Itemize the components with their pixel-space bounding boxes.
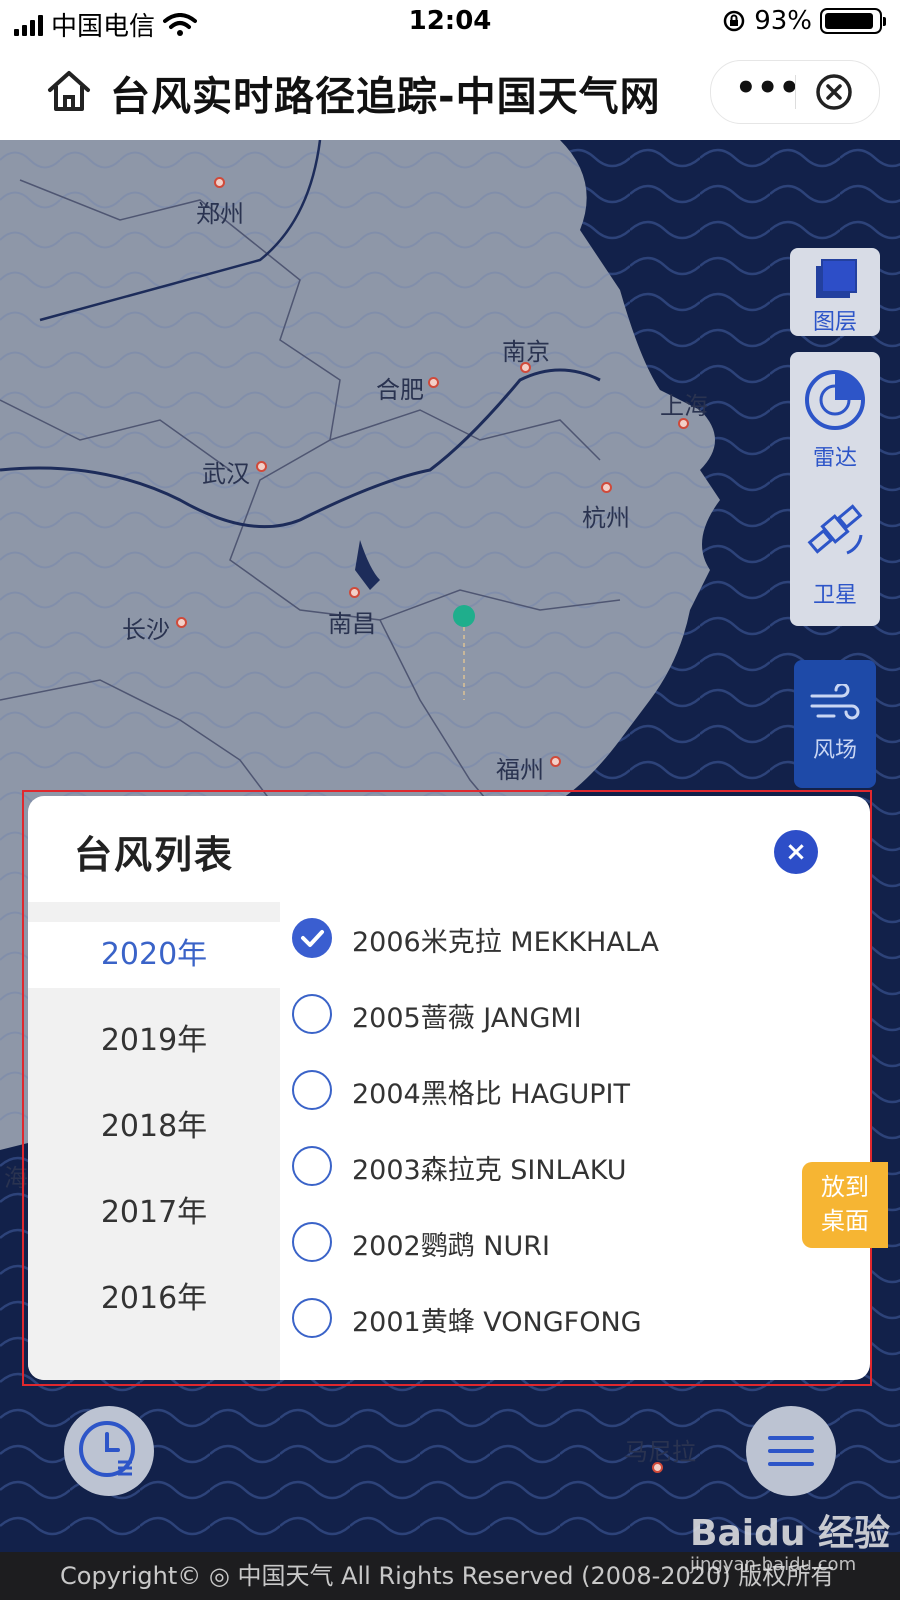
typhoon-name: 2005蔷薇 JANGMI <box>352 1003 582 1034</box>
add-to-desktop-button[interactable]: 放到 桌面 <box>802 1162 888 1248</box>
year-item-2018[interactable]: 2018年 <box>28 1094 280 1160</box>
city-marker <box>601 482 612 493</box>
radar-icon <box>805 370 865 430</box>
typhoon-name: 2004黑格比 HAGUPIT <box>352 1079 631 1110</box>
checkbox[interactable] <box>292 1222 332 1262</box>
close-icon[interactable] <box>815 73 853 111</box>
satellite-label: 卫星 <box>812 583 857 608</box>
typhoon-item[interactable]: 2001黄蜂 VONGFONG <box>290 1290 860 1350</box>
typhoon-item[interactable]: 2004黑格比 HAGUPIT <box>290 1062 860 1122</box>
capsule-divider <box>795 75 796 109</box>
battery-icon <box>820 8 886 34</box>
typhoon-item[interactable]: 2005蔷薇 JANGMI <box>290 986 860 1046</box>
city-marker <box>214 177 225 188</box>
wind-field-button[interactable]: 风场 <box>794 660 876 788</box>
city-label: 海 <box>4 1164 28 1192</box>
radar-satellite-group: 雷达 卫星 <box>790 352 880 626</box>
typhoon-item[interactable]: 2006米克拉 MEKKHALA <box>290 910 860 970</box>
city-marker <box>428 377 439 388</box>
year-item-2019[interactable]: 2019年 <box>28 1008 280 1074</box>
typhoon-item[interactable]: 2002鹦鹉 NURI <box>290 1214 860 1274</box>
year-item-2020[interactable]: 2020年 <box>28 922 280 988</box>
satellite-icon <box>807 504 863 555</box>
typhoon-list-dialog: 台风列表 × 2020年 2019年 2018年 2017年 2016年 200… <box>28 796 870 1380</box>
status-right: 93% <box>722 6 886 36</box>
city-label: 福州 <box>496 756 544 784</box>
city-label: 武汉 <box>202 460 250 488</box>
city-marker <box>349 587 360 598</box>
city-marker <box>256 461 267 472</box>
typhoon-name: 2003森拉克 SINLAKU <box>352 1155 627 1186</box>
dialog-close-button[interactable]: × <box>774 830 818 874</box>
radar-button[interactable]: 雷达 <box>790 352 880 489</box>
wind-label: 风场 <box>812 738 857 763</box>
wind-icon <box>810 684 860 720</box>
layers-icon <box>816 259 857 298</box>
city-label: 马尼拉 <box>624 1438 696 1466</box>
history-button[interactable] <box>64 1406 154 1496</box>
typhoon-name: 2001黄蜂 VONGFONG <box>352 1307 642 1338</box>
city-label: 郑州 <box>196 200 244 228</box>
battery-percent: 93% <box>754 6 812 36</box>
mini-program-capsule: ••• <box>710 60 880 124</box>
year-list: 2020年 2019年 2018年 2017年 2016年 <box>28 902 280 1380</box>
checkbox[interactable] <box>292 1146 332 1186</box>
city-label: 南京 <box>502 338 550 366</box>
city-marker <box>176 617 187 628</box>
checkbox-checked[interactable] <box>292 918 332 958</box>
city-label: 杭州 <box>582 504 630 532</box>
badge-line-2: 桌面 <box>821 1207 869 1235</box>
year-item-2016[interactable]: 2016年 <box>28 1266 280 1332</box>
checkbox[interactable] <box>292 1070 332 1110</box>
checkbox[interactable] <box>292 1298 332 1338</box>
badge-line-1: 放到 <box>821 1173 869 1201</box>
check-icon <box>301 930 324 947</box>
layers-label: 图层 <box>812 310 857 335</box>
year-item-2017[interactable]: 2017年 <box>28 1180 280 1246</box>
typhoon-name: 2006米克拉 MEKKHALA <box>352 927 659 958</box>
rotation-lock-icon <box>723 10 745 32</box>
watermark-logo: Baidu 经验 <box>690 1513 891 1554</box>
watermark-url: jingyan.baidu.com <box>690 1554 857 1575</box>
typhoon-item[interactable]: 2003森拉克 SINLAKU <box>290 1138 860 1198</box>
page-title: 台风实时路径追踪-中国天气网 <box>110 74 661 120</box>
typhoon-name: 2002鹦鹉 NURI <box>352 1231 550 1262</box>
list-icon <box>768 1436 814 1466</box>
home-icon[interactable] <box>44 66 94 116</box>
layers-button[interactable]: 图层 <box>790 248 880 336</box>
nav-bar: 台风实时路径追踪-中国天气网 ••• <box>0 44 900 140</box>
clock-list-icon <box>79 1421 135 1477</box>
city-label: 上海 <box>660 392 708 420</box>
dialog-title: 台风列表 <box>74 833 235 877</box>
satellite-button[interactable]: 卫星 <box>790 489 880 626</box>
city-label: 长沙 <box>122 616 170 644</box>
status-bar: 中国电信 12:04 93% <box>0 0 900 44</box>
city-label: 合肥 <box>376 376 424 404</box>
typhoon-list-button[interactable] <box>746 1406 836 1496</box>
radar-label: 雷达 <box>812 446 857 471</box>
city-marker <box>550 756 561 767</box>
checkbox[interactable] <box>292 994 332 1034</box>
more-button[interactable]: ••• <box>735 71 800 111</box>
city-label: 南昌 <box>328 610 376 638</box>
